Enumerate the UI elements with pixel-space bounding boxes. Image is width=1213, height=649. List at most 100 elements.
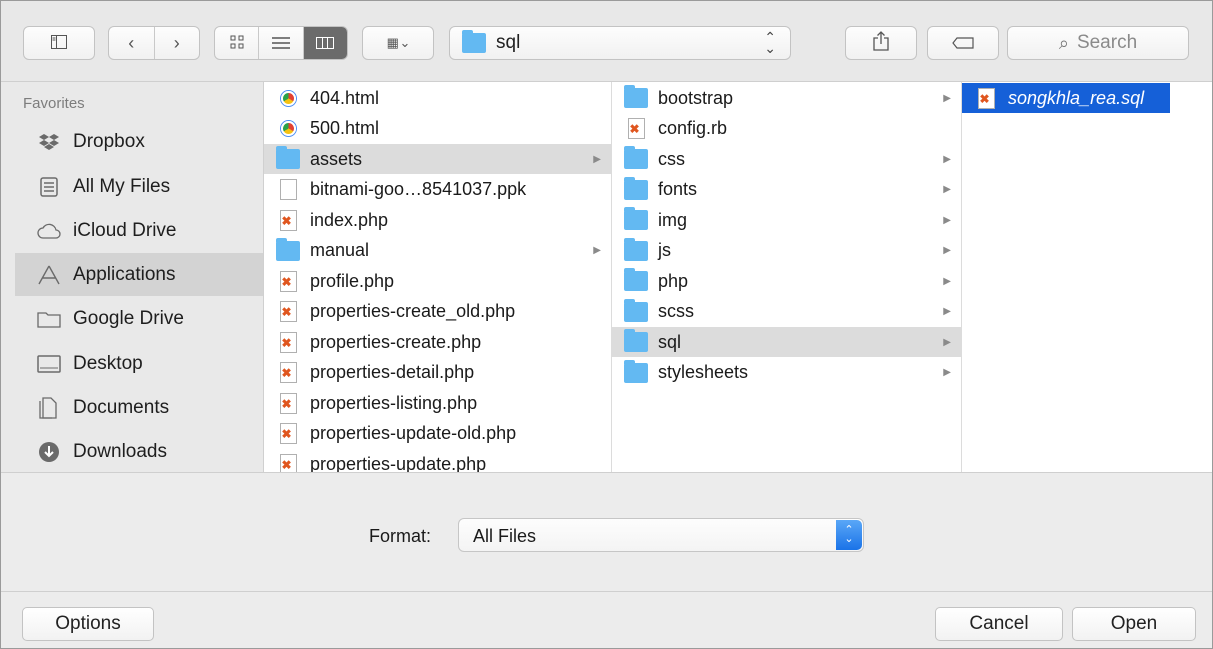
search-placeholder: Search: [1076, 32, 1138, 53]
share-icon: [873, 30, 889, 56]
sidebar-item-label: All My Files: [73, 175, 171, 197]
sidebar-item-all-my-files[interactable]: All My Files: [15, 165, 263, 208]
file-row[interactable]: ✖songkhla_rea.sql▶: [962, 83, 1170, 113]
item-name: php: [658, 270, 689, 291]
documents-icon: [37, 396, 61, 420]
folder-row[interactable]: img ▶: [612, 205, 961, 235]
format-label: Format:: [369, 526, 432, 546]
forward-button[interactable]: ›: [153, 27, 200, 59]
chrome-html-icon: [276, 87, 300, 109]
file-row[interactable]: bitnami-goo…8541037.ppk: [264, 175, 611, 205]
file-row[interactable]: 500.html: [264, 114, 611, 144]
folder-row[interactable]: manual ▶: [264, 236, 611, 266]
folder-row[interactable]: php ▶: [612, 266, 961, 296]
item-name: properties-detail.php: [310, 362, 475, 382]
chevron-right-icon: ›: [173, 32, 180, 53]
folder-row[interactable]: sql ▶: [612, 327, 961, 357]
view-mode-control: [214, 26, 348, 60]
grid-icon: [230, 33, 244, 54]
file-row[interactable]: ✖ properties-detail.php: [264, 358, 611, 388]
code-file-icon: ✖: [276, 362, 300, 384]
sidebar-item-icloud-drive[interactable]: iCloud Drive: [15, 209, 263, 252]
folder-icon: [624, 359, 648, 384]
sidebar-heading: Favorites: [23, 95, 85, 112]
list-icon: [271, 33, 290, 54]
cloud-icon: [37, 219, 61, 243]
file-row[interactable]: ✖ index.php: [264, 205, 611, 235]
column-view-button[interactable]: [302, 27, 347, 59]
disclosure-arrow-icon: ▶: [943, 214, 951, 226]
open-button[interactable]: Open: [1072, 607, 1196, 641]
sidebar-item-dropbox[interactable]: Dropbox: [15, 120, 263, 163]
tags-button[interactable]: [927, 26, 999, 60]
sidebar-item-documents[interactable]: Documents: [15, 386, 263, 429]
folder-row[interactable]: stylesheets ▶: [612, 358, 961, 388]
item-name: js: [658, 240, 671, 260]
folder-row[interactable]: js ▶: [612, 236, 961, 266]
item-name: profile.php: [310, 270, 395, 291]
search-field[interactable]: ⌕ Search: [1007, 26, 1189, 60]
disclosure-arrow-icon: ▶: [943, 153, 951, 165]
toolbar: ‹ › ▦ ⌄ sql ⌃ ⌄ ⌕ Search: [1, 1, 1212, 81]
item-name: 404.html: [310, 87, 380, 108]
file-row[interactable]: ✖ properties-update.php: [264, 449, 611, 472]
item-name: 500.html: [310, 118, 380, 138]
open-file-dialog: ‹ › ▦ ⌄ sql ⌃ ⌄ ⌕ Search Favorites Dropb…: [0, 0, 1213, 649]
item-name: properties-create_old.php: [310, 301, 516, 321]
column-3[interactable]: ✖songkhla_rea.sql▶: [962, 82, 1212, 472]
item-name: sql: [658, 331, 682, 352]
column-2[interactable]: bootstrap ▶ ✖ config.rb css ▶ fonts ▶ img ▶ js ▶ php…: [612, 82, 962, 472]
code-file-icon: ✖: [276, 453, 300, 472]
disclosure-arrow-icon: ▶: [943, 245, 951, 256]
sidebar-item-label: Desktop: [73, 352, 143, 374]
sidebar-item-downloads[interactable]: Downloads: [15, 430, 263, 473]
options-button[interactable]: Options: [22, 607, 154, 641]
file-row[interactable]: ✖ properties-listing.php: [264, 388, 611, 418]
updown-arrows-icon: ⌃ ⌄: [764, 29, 776, 56]
applications-icon: [37, 263, 61, 287]
folder-icon: [624, 268, 648, 292]
column-1[interactable]: 404.html 500.html assets ▶ bitnami-goo…85410…: [264, 82, 612, 472]
arrange-icon: ▦ ⌄: [386, 35, 411, 50]
code-file-icon: ✖: [276, 301, 300, 323]
sidebar-item-google-drive[interactable]: Google Drive: [15, 297, 263, 340]
arrange-button[interactable]: ▦ ⌄: [362, 26, 434, 60]
share-button[interactable]: [845, 26, 917, 60]
folder-row[interactable]: assets ▶: [264, 144, 611, 174]
folder-row[interactable]: bootstrap ▶: [612, 83, 961, 113]
item-name: songkhla_rea.sql: [1008, 87, 1145, 108]
file-browser: Favorites Dropbox All My Files iCloud Driv…: [1, 81, 1212, 473]
path-popup[interactable]: sql ⌃ ⌄: [449, 26, 791, 60]
folder-row[interactable]: fonts ▶: [612, 175, 961, 205]
item-name: assets: [310, 148, 363, 169]
sidebar-item-label: Dropbox: [73, 130, 145, 152]
dropbox-icon: [37, 130, 61, 154]
back-button[interactable]: ‹: [109, 27, 154, 59]
code-file-icon: ✖: [276, 270, 300, 292]
format-select[interactable]: All Files ⌃ ⌄: [458, 518, 864, 552]
sidebar-toggle-button[interactable]: [23, 26, 95, 60]
file-row[interactable]: ✖ properties-create_old.php: [264, 297, 611, 327]
file-row[interactable]: 404.html: [264, 83, 611, 113]
cancel-button[interactable]: Cancel: [935, 607, 1063, 641]
folder-row[interactable]: css ▶: [612, 144, 961, 174]
item-name: config.rb: [658, 118, 728, 138]
item-name: properties-listing.php: [310, 392, 478, 413]
code-file-icon: ✖: [276, 331, 300, 353]
disclosure-arrow-icon: ▶: [593, 153, 601, 165]
folder-icon: [276, 146, 300, 170]
file-row[interactable]: ✖ properties-create.php: [264, 327, 611, 357]
file-row[interactable]: ✖ config.rb: [612, 114, 961, 144]
icon-view-button[interactable]: [215, 27, 258, 59]
folder-icon: [624, 207, 648, 231]
folder-row[interactable]: scss ▶: [612, 297, 961, 327]
sidebar-item-applications[interactable]: Applications: [15, 253, 263, 296]
item-name: manual: [310, 240, 370, 260]
sidebar-item-desktop[interactable]: Desktop: [15, 342, 263, 385]
folder-icon: [37, 307, 61, 331]
disclosure-arrow-icon: ▶: [943, 275, 951, 287]
item-name: index.php: [310, 209, 389, 230]
list-view-button[interactable]: [258, 27, 302, 59]
file-row[interactable]: ✖ properties-update-old.php: [264, 419, 611, 449]
file-row[interactable]: ✖ profile.php: [264, 266, 611, 296]
